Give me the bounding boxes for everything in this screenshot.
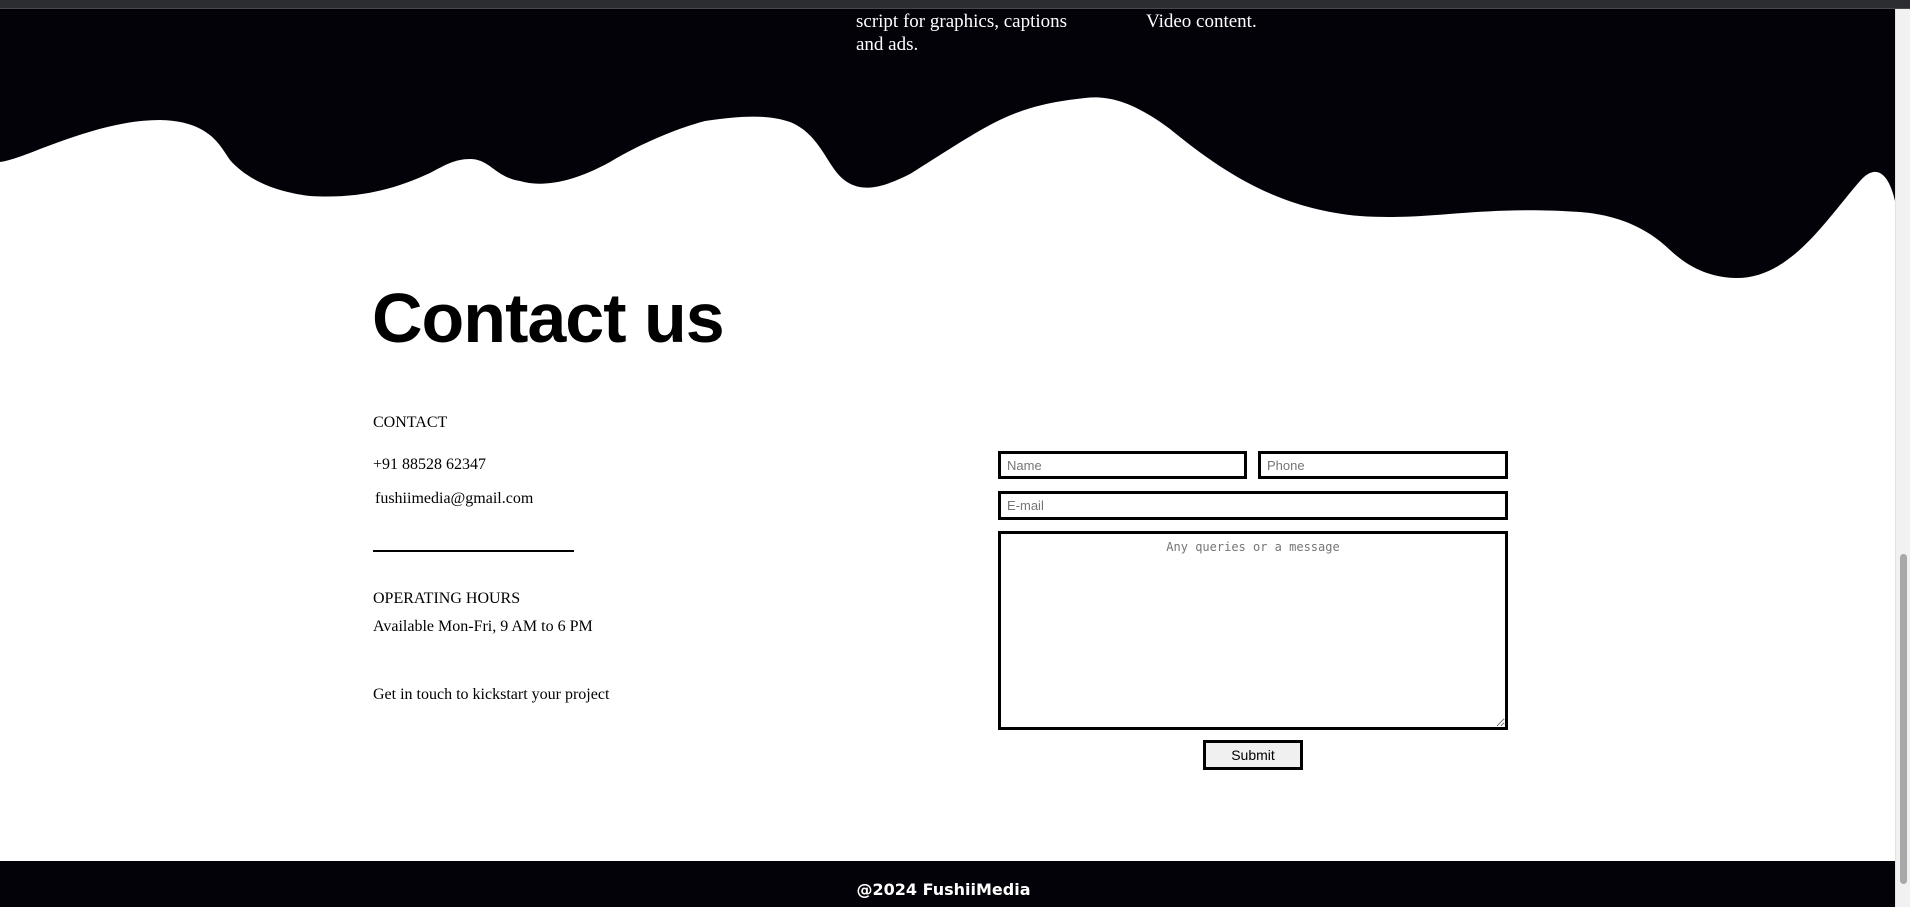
contact-phone: +91 88528 62347 <box>373 456 487 473</box>
contact-divider <box>373 550 574 552</box>
email-input[interactable] <box>998 491 1508 520</box>
contact-tagline: Get in touch to kickstart your project <box>373 686 610 703</box>
hero-text-right: Video content. <box>1146 11 1257 32</box>
page-title: Contact us <box>372 279 725 357</box>
browser-top-edge <box>0 0 1910 9</box>
scrollbar-thumb[interactable] <box>1900 554 1907 884</box>
hours-text: Available Mon-Fri, 9 AM to 6 PM <box>373 618 593 635</box>
vertical-scrollbar[interactable] <box>1895 9 1910 907</box>
submit-button[interactable]: Submit <box>1203 740 1303 770</box>
hours-label: OPERATING HOURS <box>373 590 521 607</box>
name-input[interactable] <box>998 451 1247 479</box>
footer: @2024 FushiiMedia <box>0 861 1895 907</box>
contact-email: fushiimedia@gmail.com <box>375 490 534 507</box>
phone-input[interactable] <box>1258 451 1508 479</box>
hero-text-left: script for graphics, captions and ads. <box>856 11 1068 55</box>
contact-section-label: CONTACT <box>373 414 448 431</box>
footer-copyright: @2024 FushiiMedia <box>856 880 1031 899</box>
message-textarea[interactable] <box>998 531 1508 730</box>
